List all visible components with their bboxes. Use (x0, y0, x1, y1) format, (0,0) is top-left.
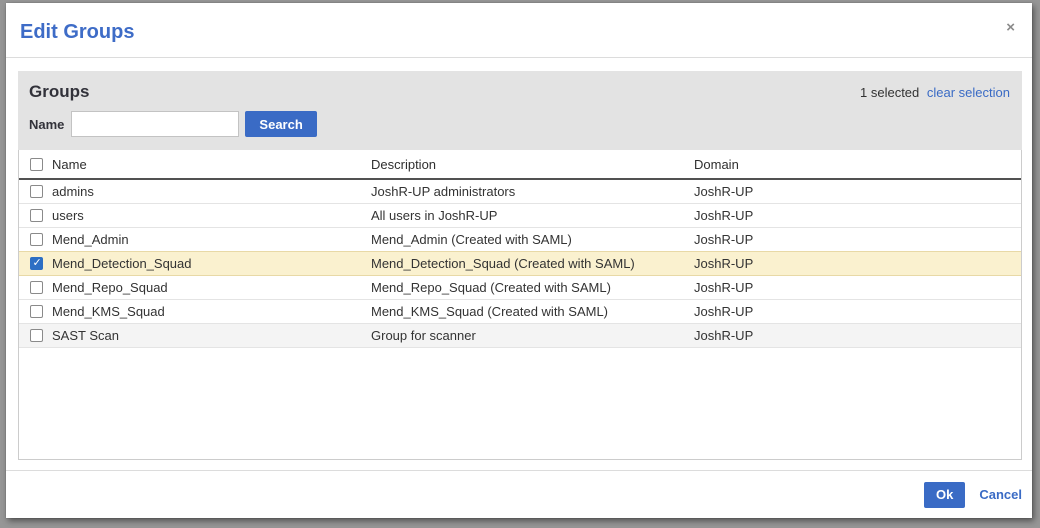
row-checkbox[interactable] (30, 233, 43, 246)
table-row[interactable]: Mend_Repo_Squad Mend_Repo_Squad (Created… (19, 276, 1021, 300)
selected-count: 1 selected (860, 85, 919, 100)
edit-groups-dialog: Edit Groups × Groups 1 selected clear se… (6, 3, 1032, 518)
cell-description: JoshR-UP administrators (371, 184, 694, 199)
selection-info: 1 selected clear selection (860, 85, 1010, 100)
table-row[interactable]: SAST Scan Group for scanner JoshR-UP (19, 324, 1021, 348)
cell-description: Group for scanner (371, 328, 694, 343)
groups-table: Name Description Domain admins JoshR-UP … (18, 150, 1022, 460)
cell-description: Mend_KMS_Squad (Created with SAML) (371, 304, 694, 319)
name-filter-label: Name (29, 117, 64, 132)
ok-button[interactable]: Ok (924, 482, 965, 508)
row-checkbox[interactable] (30, 305, 43, 318)
column-header-domain: Domain (694, 157, 1021, 172)
cell-domain: JoshR-UP (694, 280, 1021, 295)
name-filter-input[interactable] (71, 111, 239, 137)
cell-domain: JoshR-UP (694, 184, 1021, 199)
dialog-content: Groups 1 selected clear selection Name S… (6, 58, 1032, 460)
table-header-row: Name Description Domain (19, 150, 1021, 180)
row-checkbox[interactable] (30, 329, 43, 342)
cell-name: users (52, 208, 371, 223)
table-row[interactable]: users All users in JoshR-UP JoshR-UP (19, 204, 1021, 228)
table-row[interactable]: Mend_Detection_Squad Mend_Detection_Squa… (19, 252, 1021, 276)
cell-name: Mend_Admin (52, 232, 371, 247)
row-checkbox[interactable] (30, 185, 43, 198)
table-row[interactable]: Mend_KMS_Squad Mend_KMS_Squad (Created w… (19, 300, 1021, 324)
row-checkbox[interactable] (30, 209, 43, 222)
search-button[interactable]: Search (245, 111, 316, 137)
cell-domain: JoshR-UP (694, 256, 1021, 271)
row-checkbox[interactable] (30, 281, 43, 294)
close-icon[interactable]: × (1006, 20, 1015, 35)
cell-description: Mend_Detection_Squad (Created with SAML) (371, 256, 694, 271)
cell-description: All users in JoshR-UP (371, 208, 694, 223)
cell-domain: JoshR-UP (694, 328, 1021, 343)
column-header-name: Name (52, 157, 371, 172)
column-header-description: Description (371, 157, 694, 172)
select-all-checkbox[interactable] (30, 158, 43, 171)
row-checkbox[interactable] (30, 257, 43, 270)
cell-name: SAST Scan (52, 328, 371, 343)
table-row[interactable]: Mend_Admin Mend_Admin (Created with SAML… (19, 228, 1021, 252)
cell-domain: JoshR-UP (694, 208, 1021, 223)
dialog-footer: Ok Cancel (6, 470, 1032, 518)
cell-domain: JoshR-UP (694, 232, 1021, 247)
panel-heading: Groups (29, 82, 89, 102)
cell-name: Mend_Repo_Squad (52, 280, 371, 295)
cancel-button[interactable]: Cancel (979, 487, 1022, 502)
table-body: admins JoshR-UP administrators JoshR-UP … (19, 180, 1021, 348)
clear-selection-link[interactable]: clear selection (927, 85, 1010, 100)
groups-panel: Groups 1 selected clear selection Name S… (18, 71, 1022, 150)
dialog-header: Edit Groups × (6, 3, 1032, 58)
cell-name: admins (52, 184, 371, 199)
cell-description: Mend_Repo_Squad (Created with SAML) (371, 280, 694, 295)
table-row[interactable]: admins JoshR-UP administrators JoshR-UP (19, 180, 1021, 204)
cell-name: Mend_Detection_Squad (52, 256, 371, 271)
cell-domain: JoshR-UP (694, 304, 1021, 319)
search-row: Name Search (29, 111, 1010, 137)
dialog-title: Edit Groups (20, 20, 1018, 44)
cell-name: Mend_KMS_Squad (52, 304, 371, 319)
cell-description: Mend_Admin (Created with SAML) (371, 232, 694, 247)
